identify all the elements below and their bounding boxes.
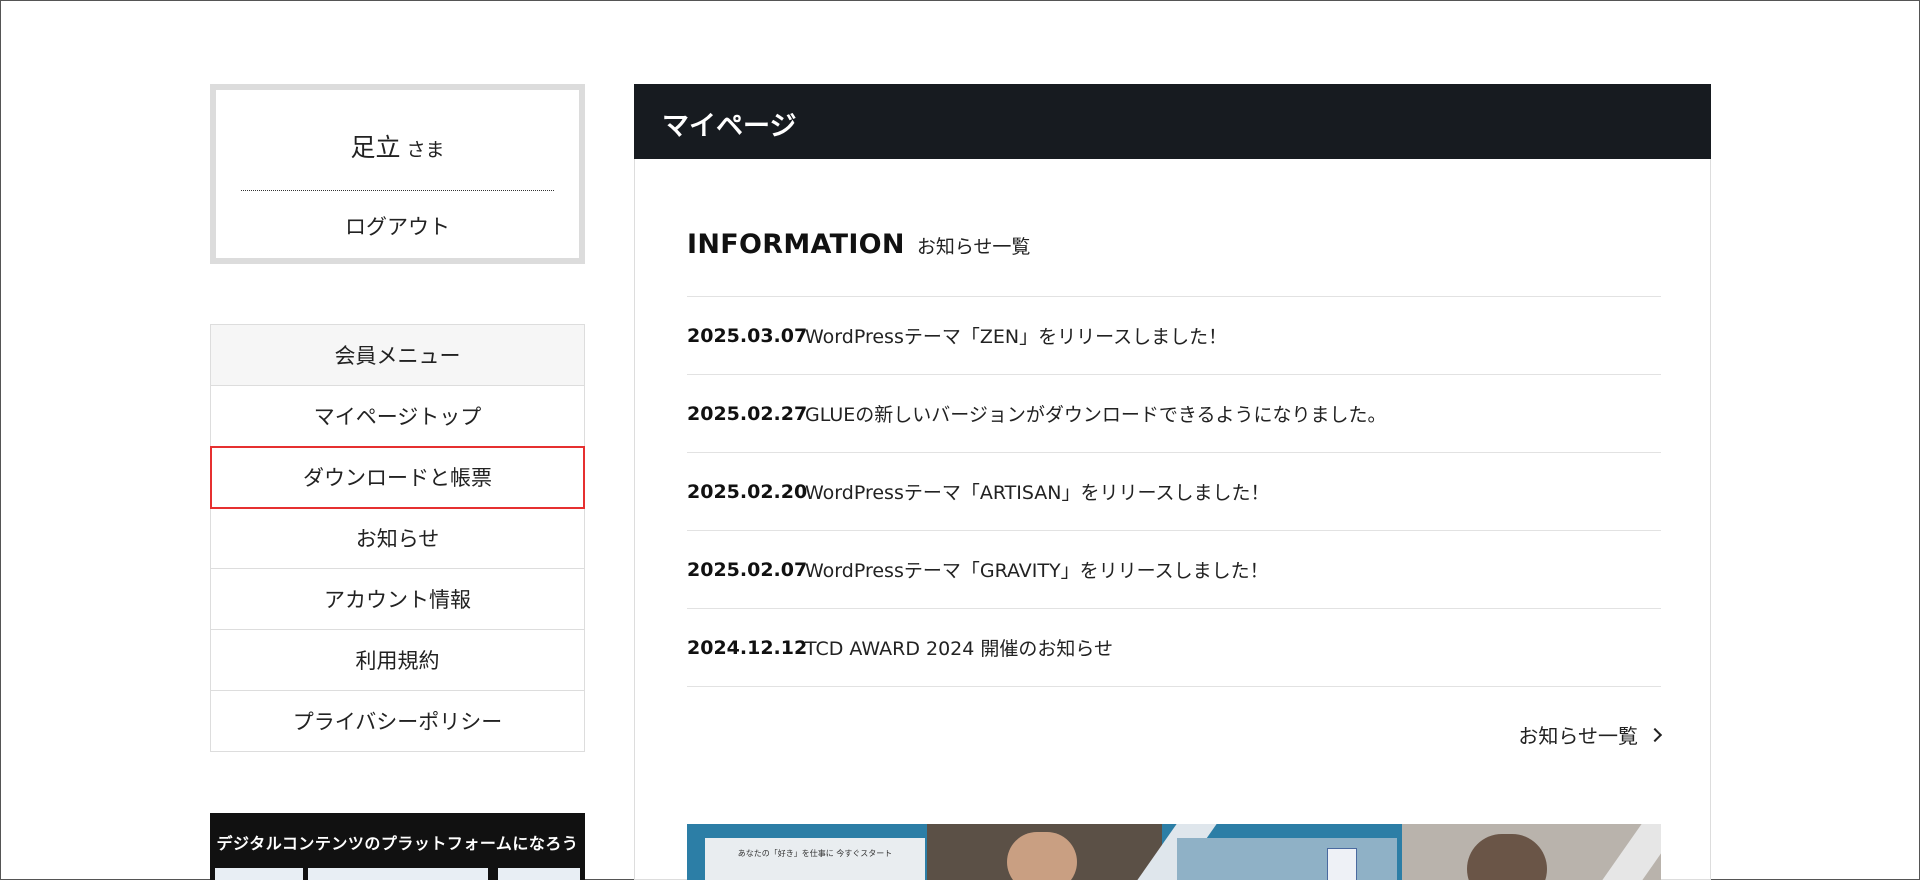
user-divider bbox=[241, 190, 554, 191]
banner-thumbnail bbox=[498, 868, 580, 880]
news-more-label: お知らせ一覧 bbox=[1518, 724, 1638, 748]
main-panel: マイページ INFORMATION お知らせ一覧 2025.03.07 Word… bbox=[634, 84, 1711, 880]
menu-item-mypage-top[interactable]: マイページトップ bbox=[211, 386, 584, 447]
member-menu: 会員メニュー マイページトップ ダウンロードと帳票 お知らせ アカウント情報 利… bbox=[210, 324, 585, 752]
information-heading: INFORMATION お知らせ一覧 bbox=[687, 229, 1030, 260]
information-heading-ja: お知らせ一覧 bbox=[916, 236, 1031, 258]
menu-item-account[interactable]: アカウント情報 bbox=[211, 569, 584, 630]
banner-thumbnail bbox=[215, 868, 303, 880]
page-title: マイページ bbox=[662, 111, 797, 142]
promo-card: あなたの「好き」を仕事に 今すぐスタート bbox=[705, 838, 925, 880]
news-date: 2025.03.07 bbox=[687, 324, 808, 347]
news-item[interactable]: 2025.03.07 WordPressテーマ「ZEN」をリリースしました！ bbox=[687, 297, 1661, 375]
promo-banner[interactable]: あなたの「好き」を仕事に 今すぐスタート bbox=[687, 824, 1661, 880]
menu-item-news[interactable]: お知らせ bbox=[211, 508, 584, 569]
user-name: 足立 さま bbox=[216, 128, 579, 164]
news-title: GLUEの新しいバージョンがダウンロードできるようになりました。 bbox=[805, 404, 1387, 426]
document-icon bbox=[1327, 848, 1357, 880]
news-title: WordPressテーマ「ARTISAN」をリリースしました！ bbox=[805, 482, 1270, 504]
promo-card bbox=[1177, 838, 1397, 880]
user-name-text: 足立 bbox=[350, 133, 401, 162]
chevron-right-icon bbox=[1647, 727, 1663, 742]
member-menu-header: 会員メニュー bbox=[211, 325, 584, 386]
menu-item-downloads[interactable]: ダウンロードと帳票 bbox=[210, 446, 585, 509]
user-box: 足立 さま ログアウト bbox=[210, 84, 585, 264]
promo-person-image bbox=[1007, 832, 1077, 880]
news-item[interactable]: 2024.12.12 TCD AWARD 2024 開催のお知らせ bbox=[687, 609, 1661, 687]
user-honorific: さま bbox=[406, 139, 445, 161]
news-list: 2025.03.07 WordPressテーマ「ZEN」をリリースしました！ 2… bbox=[687, 296, 1661, 687]
promo-card-text: あなたの「好き」を仕事に 今すぐスタート bbox=[737, 849, 893, 858]
news-title: TCD AWARD 2024 開催のお知らせ bbox=[805, 638, 1114, 660]
news-date: 2025.02.20 bbox=[687, 480, 808, 503]
banner-thumbnail bbox=[308, 868, 488, 880]
news-item[interactable]: 2025.02.27 GLUEの新しいバージョンがダウンロードできるようになりま… bbox=[687, 375, 1661, 453]
sidebar-banner-text: デジタルコンテンツのプラットフォームになろう bbox=[216, 834, 579, 853]
main-header: マイページ bbox=[634, 84, 1711, 159]
information-heading-en: INFORMATION bbox=[687, 229, 905, 260]
news-item[interactable]: 2025.02.20 WordPressテーマ「ARTISAN」をリリースしまし… bbox=[687, 453, 1661, 531]
logout-link[interactable]: ログアウト bbox=[216, 211, 579, 241]
news-date: 2024.12.12 bbox=[687, 636, 808, 659]
news-title: WordPressテーマ「ZEN」をリリースしました！ bbox=[805, 326, 1228, 348]
menu-item-terms[interactable]: 利用規約 bbox=[211, 630, 584, 691]
news-item[interactable]: 2025.02.07 WordPressテーマ「GRAVITY」をリリースしまし… bbox=[687, 531, 1661, 609]
news-date: 2025.02.07 bbox=[687, 558, 808, 581]
menu-item-privacy[interactable]: プライバシーポリシー bbox=[211, 691, 584, 752]
sidebar-banner[interactable]: デジタルコンテンツのプラットフォームになろう bbox=[210, 813, 585, 880]
news-more-link[interactable]: お知らせ一覧 bbox=[1518, 720, 1663, 749]
news-title: WordPressテーマ「GRAVITY」をリリースしました！ bbox=[805, 560, 1269, 582]
news-date: 2025.02.27 bbox=[687, 402, 808, 425]
